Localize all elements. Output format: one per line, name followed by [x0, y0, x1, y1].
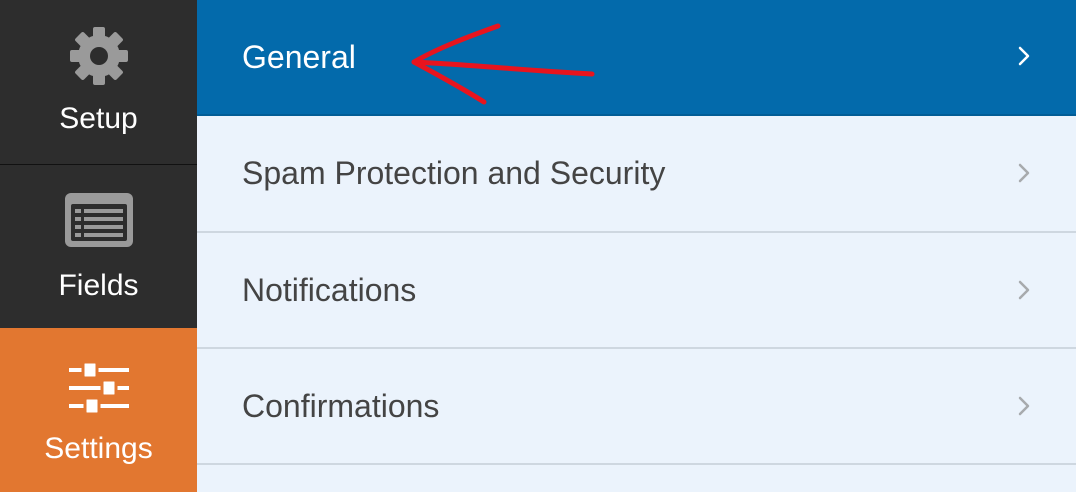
gear-icon — [0, 26, 197, 86]
sidebar-item-label: Setup — [59, 102, 138, 135]
sidebar-item-fields[interactable]: Fields — [0, 164, 197, 328]
menu-item-label: General — [242, 39, 356, 75]
menu-item-notifications[interactable]: Notifications — [197, 233, 1076, 349]
chevron-right-icon — [1018, 46, 1030, 66]
sliders-icon — [0, 360, 197, 416]
chevron-right-icon — [1018, 280, 1030, 300]
settings-menu: General Spam Protection and Security Not… — [197, 0, 1076, 492]
builder-sidebar: Setup Fields Settings — [0, 0, 197, 492]
chevron-right-icon — [1018, 163, 1030, 183]
menu-item-spam-protection[interactable]: Spam Protection and Security — [197, 116, 1076, 233]
menu-item-partial — [197, 465, 1076, 492]
sidebar-item-settings[interactable]: Settings — [0, 328, 197, 492]
menu-item-label: Confirmations — [242, 388, 440, 424]
chevron-right-icon — [1018, 396, 1030, 416]
form-fields-icon — [0, 193, 197, 247]
sidebar-item-setup[interactable]: Setup — [0, 0, 197, 163]
form-builder: Setup Fields Settings General Spam Prote… — [0, 0, 1076, 492]
menu-item-confirmations[interactable]: Confirmations — [197, 349, 1076, 465]
sidebar-item-label: Fields — [58, 269, 139, 302]
menu-item-general[interactable]: General — [197, 0, 1076, 116]
sidebar-item-label: Settings — [44, 432, 153, 465]
menu-item-label: Notifications — [242, 272, 417, 308]
menu-item-label: Spam Protection and Security — [242, 155, 666, 191]
